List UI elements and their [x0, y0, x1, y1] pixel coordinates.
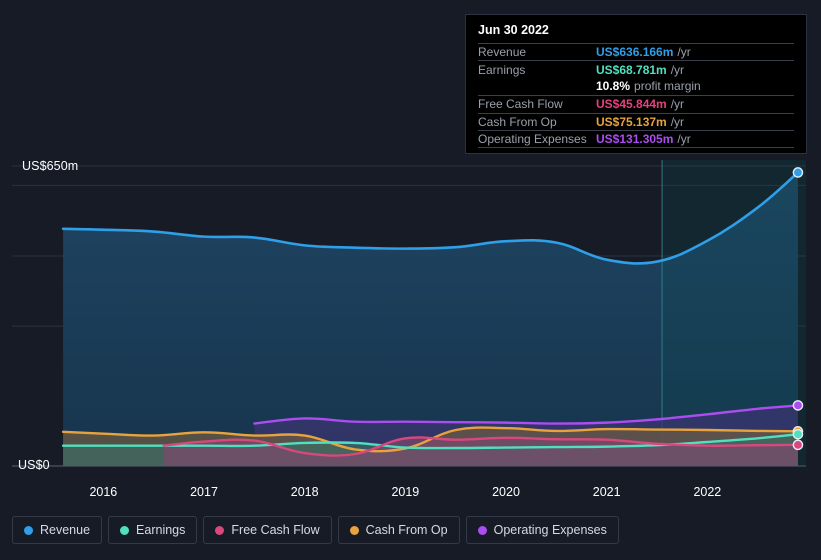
- tooltip-row-label: Revenue: [478, 45, 527, 60]
- chart-legend: Revenue Earnings Free Cash Flow Cash From O…: [12, 516, 619, 544]
- tooltip-row-value: US$131.305m: [596, 132, 674, 147]
- x-axis-tick-2017: 2017: [190, 485, 218, 499]
- tooltip-row: Cash From Op US$75.137m/yr: [478, 112, 794, 130]
- chart-plot-area: [0, 160, 821, 472]
- legend-item-label: Earnings: [136, 523, 186, 537]
- tooltip-row-value: US$68.781m: [596, 62, 667, 77]
- x-axis-tick-2016: 2016: [89, 485, 118, 499]
- tooltip-row-suffix: /yr: [677, 45, 691, 60]
- tooltip-row-suffix: /yr: [670, 97, 685, 112]
- x-axis-tick-2019: 2019: [391, 485, 420, 499]
- tooltip-row: Operating Expenses US$131.305m/yr: [478, 129, 794, 147]
- tooltip-row-value: 10.8%: [596, 79, 631, 94]
- tooltip-rows: Revenue US$636.166m/yr Earnings US$68.781m /…: [478, 43, 794, 149]
- tooltip-row-label: Free Cash Flow: [478, 97, 563, 112]
- tooltip-row: 10.8% profit margin: [478, 78, 794, 95]
- tooltip-row: Revenue US$636.166m/yr: [478, 43, 794, 60]
- y-axis-zero-label: US$0: [18, 458, 50, 472]
- tooltip-row-suffix: /yr: [670, 114, 685, 129]
- legend-item-cash-from-op[interactable]: Cash From Op: [337, 516, 460, 544]
- legend-item-label: Operating Expenses: [493, 523, 607, 537]
- financial-chart-widget: US$650m US$0 2016 2017 2018 2019 2020 2021 202…: [0, 0, 821, 560]
- legend-item-label: Free Cash Flow: [231, 523, 320, 537]
- y-axis-max-label: US$650m: [22, 159, 79, 173]
- legend-color-dot-icon: [349, 525, 359, 535]
- data-tooltip: Jun 30 2022 Revenue US$636.166m/yr Earning…: [465, 14, 807, 154]
- chart-canvas: [0, 160, 821, 472]
- x-axis-tick-2022: 2022: [693, 485, 722, 499]
- legend-item-label: Cash From Op: [365, 523, 448, 537]
- legend-color-dot-icon: [120, 525, 130, 535]
- tooltip-row-value: US$636.166m: [596, 45, 674, 60]
- tooltip-row-label: Operating Expenses: [478, 132, 587, 147]
- x-axis-tick-2021: 2021: [592, 485, 621, 499]
- legend-color-dot-icon: [477, 525, 487, 535]
- tooltip-row: Earnings US$68.781m/yr: [478, 60, 794, 77]
- tooltip-row-suffix: /yr: [677, 132, 691, 147]
- legend-item-revenue[interactable]: Revenue: [12, 516, 103, 544]
- legend-color-dot-icon: [24, 525, 33, 535]
- legend-item-label: Revenue: [40, 523, 91, 537]
- tooltip-row: Free Cash Flow US$45.844m/yr: [478, 95, 794, 112]
- tooltip-row-label: Earnings: [478, 62, 526, 77]
- legend-item-operating-expenses[interactable]: Operating Expenses: [465, 516, 619, 544]
- legend-item-free-cash-flow[interactable]: Free Cash Flow: [203, 516, 332, 544]
- tooltip-bottom-rule: [478, 147, 794, 149]
- tooltip-row-suffix: profit margin: [634, 79, 701, 94]
- x-axis-tick-2020: 2020: [492, 485, 520, 499]
- tooltip-row-value: US$45.844m: [596, 97, 667, 112]
- tooltip-row-suffix: /yr: [670, 62, 685, 77]
- legend-color-dot-icon: [215, 525, 225, 535]
- tooltip-row-label: Cash From Op: [478, 114, 557, 129]
- legend-item-earnings[interactable]: Earnings: [108, 516, 198, 544]
- tooltip-date: Jun 30 2022: [478, 23, 549, 37]
- tooltip-row-value: US$75.137m: [596, 114, 667, 129]
- x-axis-tick-2018: 2018: [290, 485, 319, 499]
